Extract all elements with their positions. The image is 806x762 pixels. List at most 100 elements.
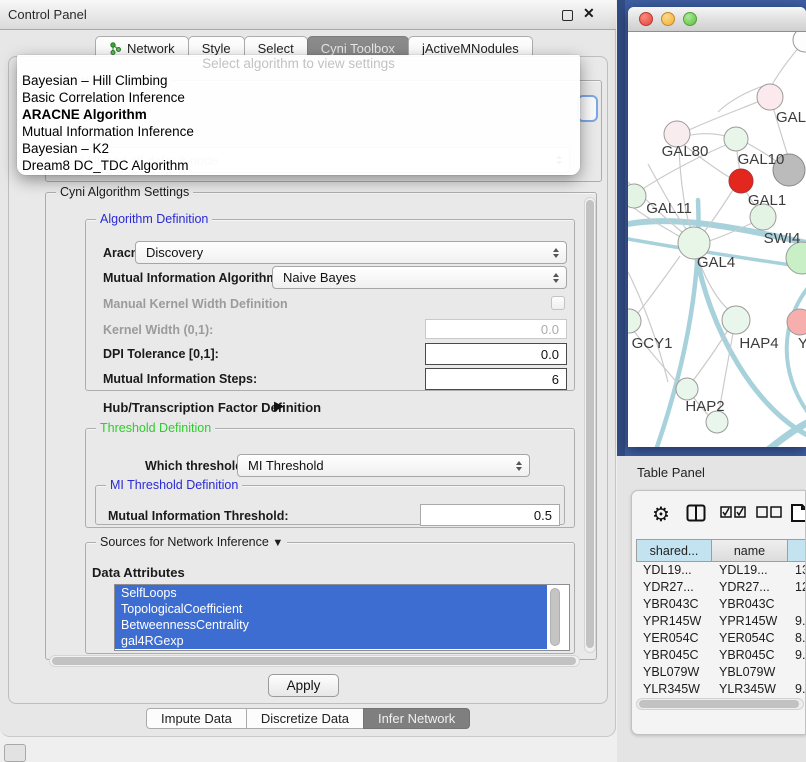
sources-title-text: Sources for Network Inference — [100, 535, 269, 549]
threshold-definition-title: Threshold Definition — [96, 421, 215, 435]
manual-kernel-width-label: Manual Kernel Width Definition — [103, 297, 288, 311]
minimized-panel-icon[interactable] — [4, 744, 26, 762]
node[interactable] — [793, 32, 806, 52]
algorithm-option[interactable]: Basic Correlation Inference — [17, 90, 580, 107]
network-tab-icon — [109, 42, 122, 55]
cell: YBL079W — [712, 664, 788, 681]
column-header-name[interactable]: name — [712, 539, 788, 562]
tab-infer-network[interactable]: Infer Network — [363, 708, 470, 729]
node-label: GAL — [776, 109, 806, 126]
table-header-row: shared... name A — [636, 539, 806, 562]
table-row[interactable]: YDR27... YDR27... 12 — [636, 579, 806, 596]
attribute-item[interactable]: TopologicalCoefficient — [115, 601, 547, 617]
node-hap4[interactable] — [722, 306, 750, 334]
mi-threshold-label: Mutual Information Threshold: — [108, 509, 289, 523]
table-row[interactable]: YDL19... YDL19... 13 — [636, 562, 806, 579]
network-graph: GAL GAL80 GAL10 GAL1 GAL11 SWI4 GAL4 GCY… — [628, 32, 806, 447]
mi-steps-label: Mutual Information Steps: — [103, 372, 257, 386]
network-canvas[interactable]: GAL GAL80 GAL10 GAL1 GAL11 SWI4 GAL4 GCY… — [628, 32, 806, 447]
tab-discretize-data[interactable]: Discretize Data — [246, 708, 364, 729]
tab-impute-data[interactable]: Impute Data — [146, 708, 247, 729]
manual-kernel-width-checkbox[interactable] — [551, 296, 565, 310]
mi-threshold-group-title: MI Threshold Definition — [106, 478, 242, 492]
attribute-item[interactable]: SelfLoops — [115, 585, 547, 601]
attribute-item[interactable]: gal4RGexp — [115, 633, 547, 649]
control-panel-titlebar: Control Panel ✕ — [0, 0, 616, 30]
data-attributes-list[interactable]: SelfLoops TopologicalCoefficient Between… — [114, 584, 570, 651]
sources-group-title: Sources for Network Inference ▼ — [96, 535, 287, 549]
mi-steps-field[interactable] — [425, 368, 567, 390]
tab-style-label: Style — [202, 41, 231, 56]
algorithm-option-selected[interactable]: ARACNE Algorithm — [17, 107, 580, 124]
algorithm-option[interactable]: Bayesian – K2 — [17, 141, 580, 158]
algorithm-definition-title: Algorithm Definition — [96, 212, 212, 226]
node-label: GAL80 — [662, 143, 709, 160]
checked-boxes-icon[interactable] — [720, 506, 746, 518]
cyni-algorithm-settings-title: Cyni Algorithm Settings — [56, 185, 193, 199]
apply-button[interactable]: Apply — [268, 674, 339, 697]
table-row[interactable]: YLR345W YLR345W 9. — [636, 681, 806, 698]
table-row[interactable]: YBL079W YBL079W — [636, 664, 806, 681]
table-horizontal-scrollbar[interactable] — [636, 698, 804, 710]
kernel-width-field[interactable] — [425, 319, 567, 339]
gear-icon[interactable]: ⚙ — [652, 502, 670, 527]
settings-vertical-scrollbar[interactable] — [584, 197, 596, 653]
close-window-icon[interactable] — [639, 12, 653, 26]
cell: 8. — [788, 630, 806, 647]
mi-threshold-field[interactable] — [420, 504, 560, 526]
node-label: GAL1 — [748, 192, 786, 209]
column-header-shared-name[interactable]: shared... — [636, 539, 712, 562]
table-row[interactable]: YBR043C YBR043C — [636, 596, 806, 613]
which-threshold-value: MI Threshold — [248, 458, 324, 473]
node-gal11[interactable] — [628, 184, 646, 208]
cell: YBR043C — [712, 596, 788, 613]
node-red-selected[interactable] — [729, 169, 753, 193]
node-hap2[interactable] — [676, 378, 698, 400]
split-columns-icon[interactable] — [686, 504, 706, 522]
cell — [788, 596, 806, 613]
network-view-window[interactable]: GAL GAL80 GAL10 GAL1 GAL11 SWI4 GAL4 GCY… — [628, 7, 806, 447]
cell — [788, 664, 806, 681]
algorithm-option[interactable]: Bayesian – Hill Climbing — [17, 73, 580, 90]
cell: 12 — [788, 579, 806, 596]
table-row[interactable]: YBR045C YBR045C 9. — [636, 647, 806, 664]
aracne-mode-combo[interactable]: Discovery — [135, 241, 567, 264]
algorithm-option[interactable]: Dream8 DC_TDC Algorithm — [17, 158, 580, 175]
sources-collapse-arrow-icon[interactable]: ▼ — [272, 537, 283, 549]
node-gal2[interactable] — [757, 84, 783, 110]
hub-expand-arrow-icon[interactable]: ▶ — [274, 398, 284, 414]
node-table: shared... name A YDL19... YDL19... 13 YD… — [636, 539, 806, 708]
column-header-a[interactable]: A — [788, 539, 806, 562]
settings-horizontal-scrollbar[interactable] — [49, 655, 580, 667]
cell: YLR345W — [712, 681, 788, 698]
zoom-window-icon[interactable] — [683, 12, 697, 26]
tab-select-label: Select — [258, 41, 294, 56]
node-label: SWI4 — [764, 230, 801, 247]
node-label: GAL11 — [646, 200, 692, 217]
dpi-tolerance-field[interactable] — [425, 343, 567, 365]
unchecked-boxes-icon[interactable] — [756, 506, 782, 518]
algorithm-option[interactable]: Mutual Information Inference — [17, 124, 580, 141]
which-threshold-combo[interactable]: MI Threshold — [237, 454, 530, 477]
aracne-mode-value: Discovery — [146, 245, 203, 260]
mi-algorithm-type-combo[interactable]: Naive Bayes — [272, 266, 567, 289]
table-row[interactable]: YER054C YER054C 8. — [636, 630, 806, 647]
float-panel-icon[interactable] — [562, 10, 573, 21]
cell: YDL19... — [636, 562, 712, 579]
minimize-window-icon[interactable] — [661, 12, 675, 26]
node-label: HAP4 — [739, 335, 778, 352]
algorithm-dropdown-placeholder: Select algorithm to view settings — [17, 55, 580, 73]
algorithm-combo-focus-ring[interactable] — [577, 95, 598, 122]
table-row[interactable]: YPR145W YPR145W 9. — [636, 613, 806, 630]
node-label: GAL4 — [697, 254, 735, 271]
attribute-item[interactable]: BetweennessCentrality — [115, 617, 547, 633]
cell: YDR27... — [712, 579, 788, 596]
combo-arrows-icon — [553, 248, 559, 258]
new-table-icon[interactable] — [790, 503, 806, 523]
network-window-titlebar[interactable] — [628, 7, 806, 32]
cell: YDR27... — [636, 579, 712, 596]
attribute-list-scrollbar[interactable] — [549, 588, 561, 646]
node-gal10[interactable] — [724, 127, 748, 151]
table-rows: YDL19... YDL19... 13 YDR27... YDR27... 1… — [636, 562, 806, 708]
close-icon[interactable]: ✕ — [583, 5, 595, 22]
